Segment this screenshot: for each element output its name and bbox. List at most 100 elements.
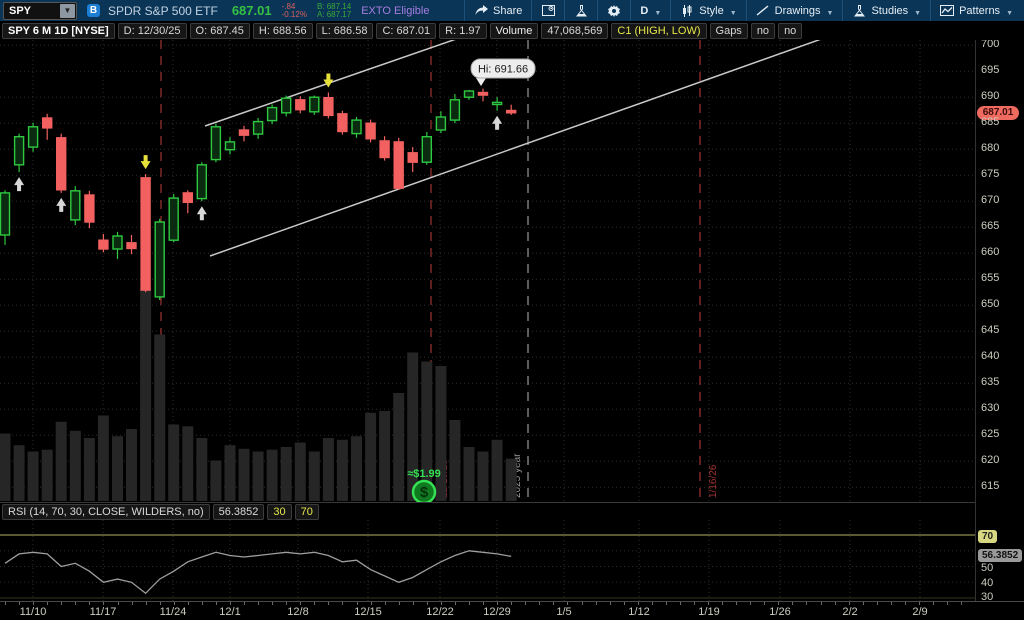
price-axis[interactable]: 687.01 700695690685680675670665660655650… [975,40,1024,502]
studies-button[interactable]: Studies▼ [842,0,930,21]
pattern-zigzag-icon [940,4,954,18]
rsi-tick-40: 40 [981,577,993,589]
analysis-tools-button[interactable] [564,0,597,21]
candle-pattern-cell[interactable]: C1 (HIGH, LOW) [611,23,706,39]
price-axis-label: 655 [981,272,999,284]
time-axis-label: 2/2 [842,606,857,618]
time-axis-tick [863,602,864,605]
open-cell: O: 687.45 [190,23,250,39]
rsi-high-cell: 70 [295,504,319,520]
price-chart-pane[interactable]: 11/21/2512/19/252025 year1/16/26$≈$1.99H… [0,40,975,502]
time-axis-tick [132,602,133,605]
svg-text:≈$1.99: ≈$1.99 [407,468,441,480]
gaps-toggle-cell[interactable]: no [778,23,802,39]
style-button[interactable]: Style▼ [670,0,745,21]
high-cell: H: 688.56 [253,23,313,39]
close-cell: C: 687.01 [376,23,436,39]
broker-badge-icon[interactable]: B [87,4,100,17]
rsi-value-cell: 56.3852 [213,504,265,520]
time-axis-tick [567,602,568,605]
rsi-study-label[interactable]: RSI (14, 70, 30, CLOSE, WILDERS, no) [2,504,210,520]
time-axis-tick [680,602,681,605]
rsi-chart-pane[interactable] [0,520,975,601]
flask-icon [852,4,866,18]
price-axis-label: 695 [981,64,999,76]
price-axis-label: 630 [981,402,999,414]
svg-text:$: $ [420,484,429,501]
time-axis-tick [764,602,765,605]
price-axis-label: 635 [981,376,999,388]
trading-platform-window: SPY ▼ B SPDR S&P 500 ETF 687.01 -.84 -0.… [0,0,1024,620]
price-axis-label: 640 [981,350,999,362]
change-readout: -.84 -0.12% [282,3,307,19]
time-axis-tick [792,602,793,605]
price-axis-label: 680 [981,142,999,154]
share-button[interactable]: Share [464,0,531,21]
svg-text:Hi: 691.66: Hi: 691.66 [478,64,528,76]
time-axis-tick [258,602,259,605]
drawings-button[interactable]: Drawings▼ [746,0,843,21]
chart-panel-button[interactable] [531,0,564,21]
price-axis-label: 670 [981,194,999,206]
chart-title-cell[interactable]: SPY 6 M 1D [NYSE] [2,23,115,39]
last-price: 687.01 [232,3,272,18]
time-axis-tick [539,602,540,605]
timeframe-button[interactable]: D▼ [630,0,670,21]
time-axis-tick [708,602,709,605]
time-axis-tick [146,602,147,605]
time-axis-tick [328,602,329,605]
time-axis-tick [469,602,470,605]
time-axis-tick [919,602,920,605]
chevron-down-icon[interactable]: ▼ [60,4,75,18]
pane-divider[interactable] [0,502,1024,503]
time-axis-tick [455,602,456,605]
time-axis-tick [722,602,723,605]
gaps-toggle-cell[interactable]: no [751,23,775,39]
time-axis-tick [891,602,892,605]
ohlc-readout-row: SPY 6 M 1D [NYSE] D: 12/30/25 O: 687.45 … [0,21,1024,40]
symbol-input[interactable]: SPY [4,5,60,17]
time-axis-tick [961,602,962,605]
gaps-label-cell[interactable]: Gaps [710,23,748,39]
instrument-name: SPDR S&P 500 ETF [108,4,218,18]
time-axis-tick [300,602,301,605]
time-axis-tick [511,602,512,605]
time-axis-label: 11/17 [90,606,117,618]
settings-button[interactable] [597,0,630,21]
rsi-axis[interactable]: 70 56.3852 50 40 30 [975,502,1024,601]
gear-icon [607,4,621,18]
volume-label-cell[interactable]: Volume [490,23,539,39]
time-axis-tick [19,602,20,605]
time-axis-label: 11/10 [20,606,47,618]
time-axis-label: 12/15 [354,606,382,618]
price-axis-label: 675 [981,168,999,180]
time-axis-tick [821,602,822,605]
time-axis-tick [947,602,948,605]
time-axis-tick [314,602,315,605]
time-axis-tick [103,602,104,605]
time-axis-tick [174,602,175,605]
rsi-tick-30: 30 [981,591,993,601]
price-axis-label: 615 [981,480,999,492]
time-axis-label: 1/12 [628,606,649,618]
time-axis-tick [778,602,779,605]
time-axis-label: 2/9 [912,606,927,618]
time-axis-tick [61,602,62,605]
time-axis-tick [5,602,6,605]
symbol-select[interactable]: SPY ▼ [3,2,77,20]
time-axis-label: 12/22 [426,606,454,618]
price-axis-label: 685 [981,116,999,128]
timeframe-value: D [640,5,648,17]
time-axis-tick [33,602,34,605]
patterns-button[interactable]: Patterns▼ [930,0,1022,21]
rsi-low-cell: 30 [267,504,291,520]
time-axis-tick [385,602,386,605]
time-axis-tick [736,602,737,605]
time-axis[interactable]: 11/1011/1711/2412/112/812/1512/2212/291/… [0,601,1024,620]
bid-ask-readout: B: 687.14 A: 687.17 [317,3,351,19]
volume-value-cell: 47,068,569 [541,23,608,39]
rsi-study-header: RSI (14, 70, 30, CLOSE, WILDERS, no) 56.… [2,504,319,520]
svg-text:1/16/26: 1/16/26 [708,464,719,498]
time-axis-tick [357,602,358,605]
ask-value: A: 687.17 [317,11,351,19]
